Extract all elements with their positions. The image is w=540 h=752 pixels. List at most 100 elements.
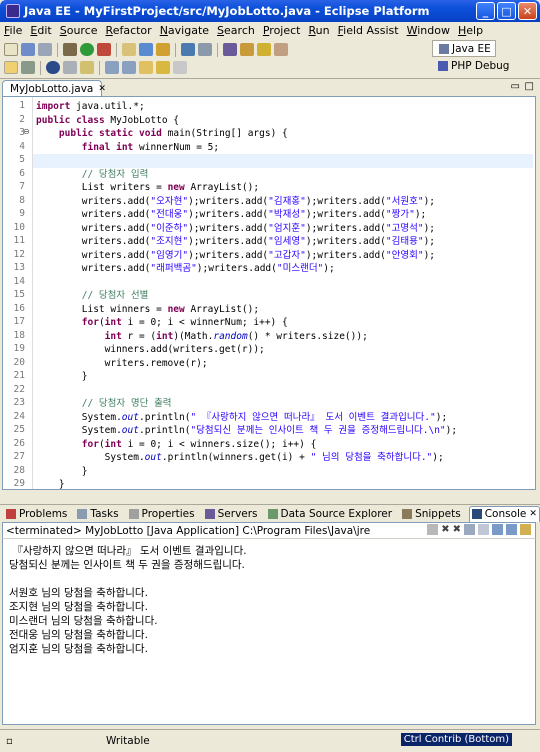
tab-data-source-explorer[interactable]: Data Source Explorer (266, 506, 395, 522)
last-edit-icon[interactable] (139, 61, 153, 74)
code-line[interactable]: public static void main(String[] args) { (36, 127, 288, 141)
clear-console-icon[interactable] (478, 524, 489, 535)
fold-toggle-icon[interactable]: ⊖ (23, 127, 30, 136)
code-line[interactable]: writers.add("오자현");writers.add("김재홍");wr… (36, 195, 435, 209)
tab-snippets[interactable]: Snippets (400, 506, 463, 522)
code-line[interactable]: writers.add("임영기");writers.add("고갑자");wr… (36, 249, 435, 263)
code-line[interactable]: // 당첨자 선별 (36, 289, 149, 303)
open-folder-icon[interactable] (257, 43, 271, 56)
pin-console-icon[interactable] (492, 524, 503, 535)
save-icon[interactable] (21, 43, 35, 56)
forward-icon[interactable] (173, 61, 187, 74)
line-number: 14 (13, 275, 25, 287)
minimize-view-icon[interactable]: ▭ (511, 81, 520, 92)
console-output[interactable]: 『사랑하지 않으면 떠나라』 도서 이벤트 결과입니다. 당첨되신 분께는 인사이… (2, 539, 536, 725)
tab-servers[interactable]: Servers (203, 506, 260, 522)
terminate-icon[interactable] (427, 524, 439, 535)
search-icon[interactable] (198, 43, 212, 56)
code-line[interactable]: } (36, 478, 65, 489)
code-line[interactable]: import java.util.*; (36, 100, 145, 114)
menu-file[interactable]: File (0, 24, 26, 37)
code-line[interactable]: writers.add("전대웅");writers.add("박재성");wr… (36, 208, 427, 222)
code-line[interactable]: for(int i = 0; i < winnerNum; i++) { (36, 316, 288, 330)
menu-edit[interactable]: Edit (26, 24, 55, 37)
wizard-icon[interactable] (274, 43, 288, 56)
tab-problems[interactable]: Problems (4, 506, 69, 522)
console-line: 서원호 님의 당첨을 축하합니다. (9, 587, 148, 599)
menu-source[interactable]: Source (56, 24, 102, 37)
code-line[interactable]: writers.add("래퍼백곰");writers.add("미스랜더"); (36, 262, 335, 276)
debug-icon[interactable] (63, 43, 77, 56)
code-line[interactable]: writers.add("조지현");writers.add("임세영");wr… (36, 235, 435, 249)
code-line[interactable]: final int winnerNum = 5; (36, 141, 219, 155)
code-line[interactable]: writers.add("이준하");writers.add("엄지훈");wr… (36, 222, 435, 236)
external-tools-icon[interactable] (97, 43, 111, 56)
code-line[interactable]: System.out.println(winners.get(i) + " 님의… (36, 451, 444, 465)
tab-properties[interactable]: Properties (127, 506, 197, 522)
minimize-button[interactable]: _ (476, 2, 495, 20)
menu-project[interactable]: Project (259, 24, 305, 37)
next-annotation-icon[interactable] (105, 61, 119, 74)
fast-view-icon[interactable]: ▫ (6, 736, 13, 747)
close-icon[interactable]: ✕ (529, 509, 537, 519)
menu-field-assist[interactable]: Field Assist (334, 24, 403, 37)
new-icon[interactable] (4, 43, 18, 56)
maximize-view-icon[interactable]: □ (525, 81, 534, 92)
server-icon[interactable] (223, 43, 237, 56)
maximize-button[interactable]: □ (497, 2, 516, 20)
print-icon[interactable] (38, 43, 52, 56)
status-contrib: Ctrl Contrib (Bottom) (400, 733, 512, 746)
perspective-php-debug[interactable]: PHP Debug (432, 57, 540, 74)
breakpoint-icon[interactable] (46, 61, 60, 74)
task-icon[interactable] (80, 61, 94, 74)
new-package-icon[interactable] (139, 43, 153, 56)
toggle-comment-icon[interactable] (63, 61, 77, 74)
display-console-icon[interactable] (506, 524, 517, 535)
line-number: 12 (13, 248, 25, 260)
editor-tab-myjoblotto[interactable]: MyJobLotto.java ✕ (2, 80, 106, 97)
menu-search[interactable]: Search (213, 24, 259, 37)
editor-tab-bar: MyJobLotto.java ✕ ▭ □ (0, 78, 540, 97)
menu-window[interactable]: Window (403, 24, 454, 37)
code-line[interactable]: public class MyJobLotto { (36, 114, 179, 128)
back-icon[interactable] (156, 61, 170, 74)
code-line[interactable]: // 당첨자 입력 (36, 168, 149, 182)
new-class-icon[interactable] (156, 43, 170, 56)
scroll-lock-icon[interactable] (464, 524, 475, 535)
code-line[interactable]: System.out.println("당첨되신 분께는 인사이트 책 두 권을… (36, 424, 457, 438)
close-button[interactable]: ✕ (518, 2, 537, 20)
mark-occurrences-icon[interactable] (4, 61, 18, 74)
tab-tasks[interactable]: Tasks (75, 506, 120, 522)
folder-icon[interactable] (240, 43, 254, 56)
menu-navigate[interactable]: Navigate (156, 24, 213, 37)
code-editor[interactable]: 1 2 3 4 5 6 7 8 9 10 11 12 13 14 15 16 17 18 19 20 21 22 23 24 2… (2, 96, 536, 490)
code-line[interactable]: winners.add(writers.get(r)); (36, 343, 265, 357)
tab-console[interactable]: Console ✕ (468, 505, 540, 522)
menu-run[interactable]: Run (305, 24, 334, 37)
code-line[interactable]: for(int i = 0; i < winners.size(); i++) … (36, 438, 317, 452)
block-selection-icon[interactable] (21, 61, 35, 74)
open-console-icon[interactable] (520, 524, 531, 535)
perspective-java-ee[interactable]: Java EE (432, 40, 496, 57)
code-line[interactable]: } (36, 465, 88, 479)
code-line[interactable]: int r = (int)(Math.random() * writers.si… (36, 330, 368, 344)
java-ee-icon (439, 43, 449, 54)
menu-help[interactable]: Help (454, 24, 487, 37)
code-line[interactable]: } (36, 370, 88, 384)
code-line[interactable] (33, 154, 533, 168)
new-project-icon[interactable] (122, 43, 136, 56)
previous-annotation-icon[interactable] (122, 61, 136, 74)
close-icon[interactable]: ✕ (98, 84, 106, 94)
menu-refactor[interactable]: Refactor (102, 24, 156, 37)
remove-launch-icon[interactable]: ✖ (441, 524, 449, 535)
code-line[interactable]: // 당첨자 명단 출력 (36, 397, 172, 411)
run-icon[interactable] (80, 43, 94, 56)
open-type-icon[interactable] (181, 43, 195, 56)
line-number: 16 (13, 302, 25, 314)
line-number: 20 (13, 356, 25, 368)
code-line[interactable]: writers.remove(r); (36, 357, 208, 371)
code-line[interactable]: List winners = new ArrayList(); (36, 303, 259, 317)
remove-all-icon[interactable]: ✖ (453, 524, 461, 535)
code-line[interactable]: System.out.println(" 『사랑하지 않으면 떠나라』 도서 이… (36, 411, 447, 425)
code-line[interactable]: List writers = new ArrayList(); (36, 181, 259, 195)
